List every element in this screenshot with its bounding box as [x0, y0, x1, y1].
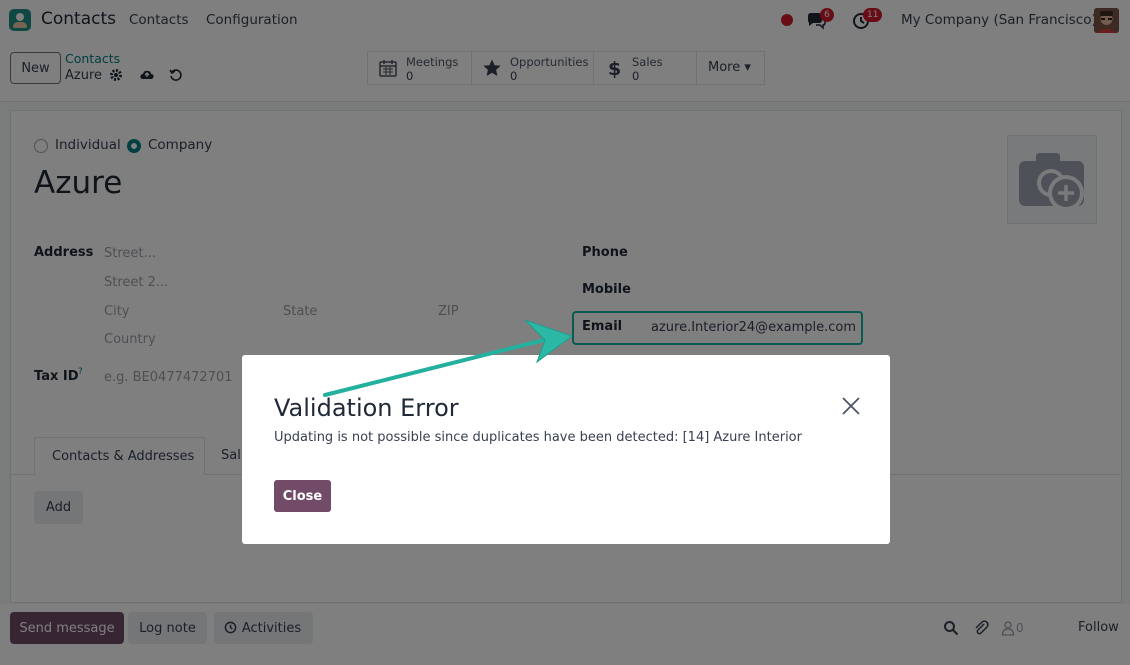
- dialog-message: Updating is not possible since duplicate…: [274, 430, 802, 445]
- dialog-close-button[interactable]: Close: [274, 480, 331, 512]
- dialog-title: Validation Error: [274, 394, 459, 422]
- close-icon[interactable]: [840, 395, 862, 417]
- modal-backdrop[interactable]: [0, 0, 1130, 665]
- validation-error-dialog: Validation Error Updating is not possibl…: [242, 355, 890, 544]
